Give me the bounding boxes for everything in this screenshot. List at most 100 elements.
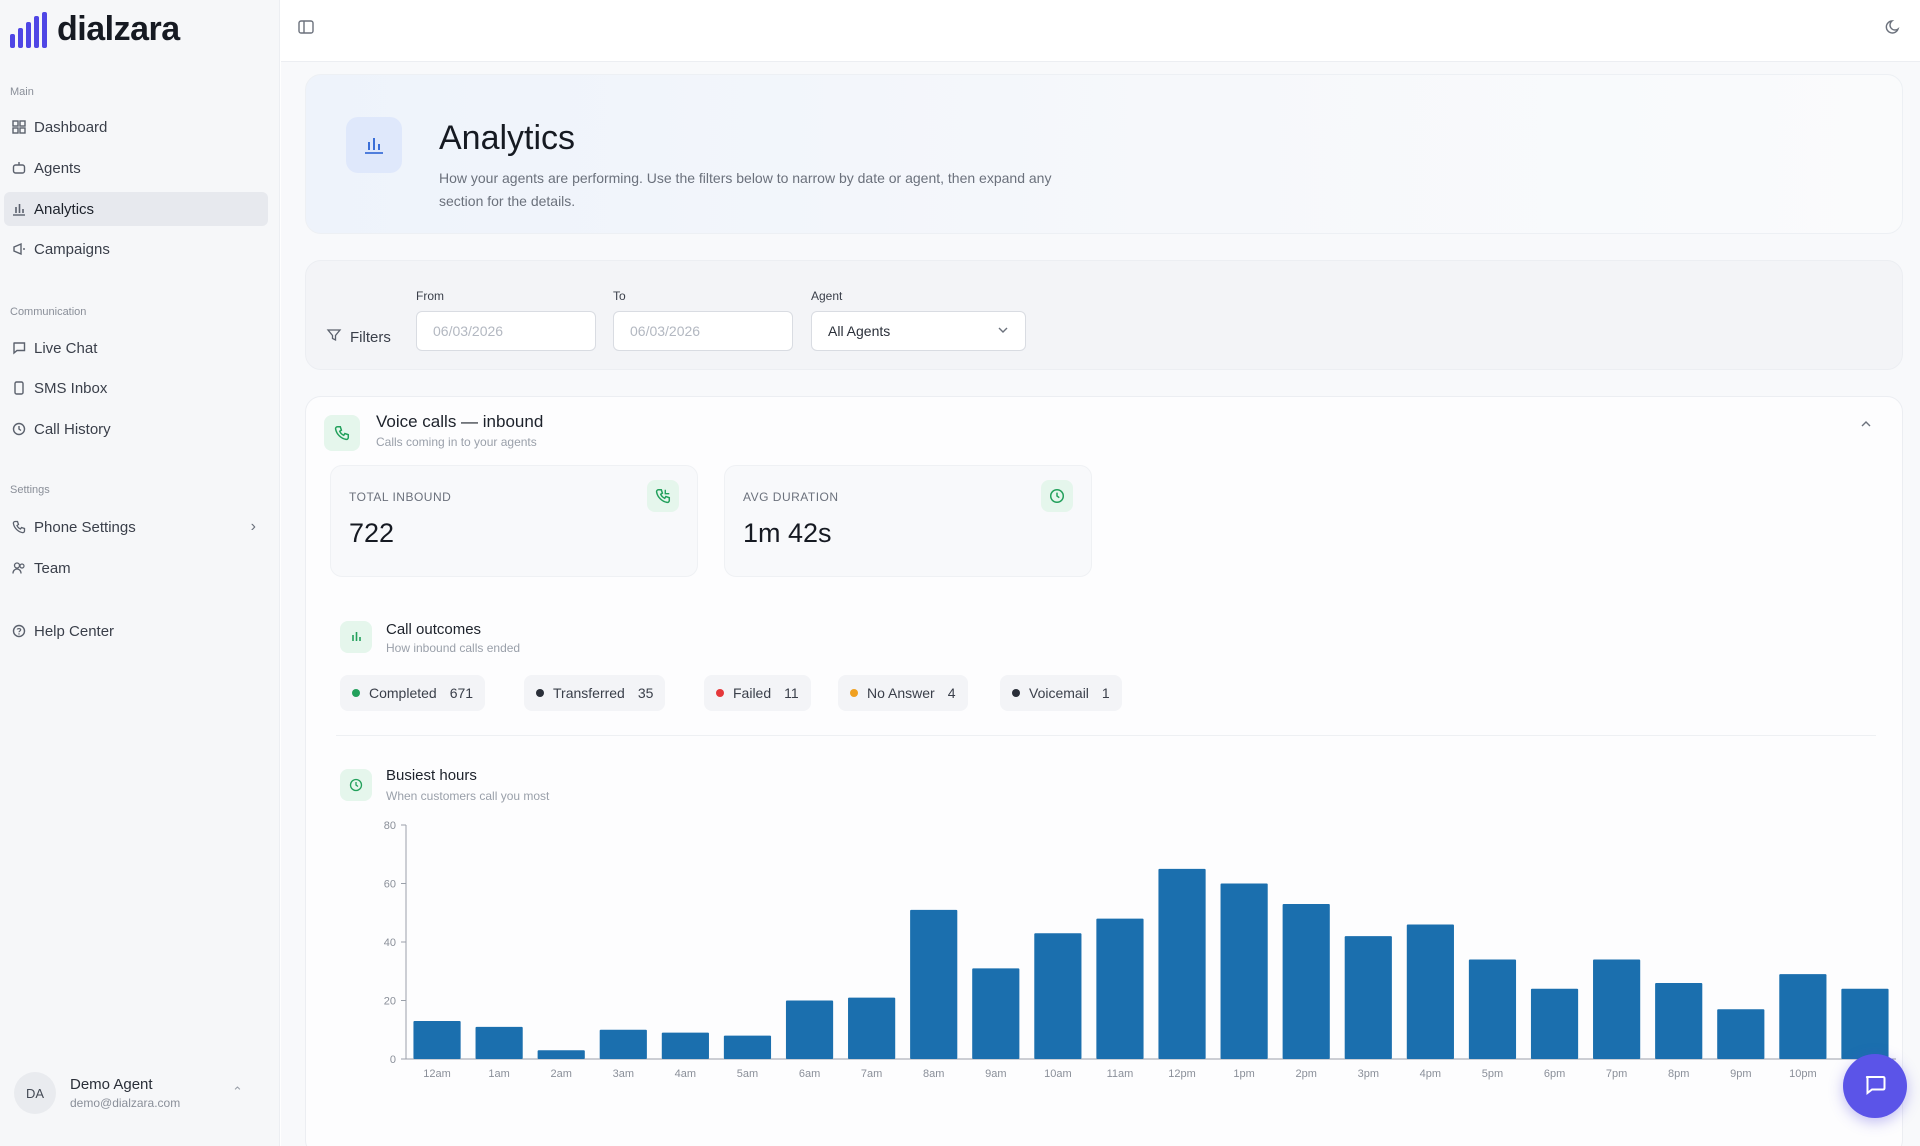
bar-chart-icon [340,621,372,653]
filters-panel: Filters From 06/03/2026 To 06/03/2026 Ag… [305,260,1903,370]
outcome-pill-no-answer: No Answer 4 [838,675,968,711]
sidebar-item-phone-settings[interactable]: Phone Settings › [4,510,268,544]
status-dot [716,689,724,697]
stat-total-inbound: TOTAL INBOUND 722 [330,465,698,577]
bar-10pm [1779,974,1827,1059]
status-dot [352,689,360,697]
clock-icon [1041,480,1073,512]
busiest-title: Busiest hours [386,767,477,784]
status-dot [536,689,544,697]
sidebar-item-analytics[interactable]: Analytics [4,192,268,226]
y-tick-label: 40 [384,937,396,949]
bar-12am [413,1020,461,1059]
x-tick-label: 2am [551,1068,572,1080]
brand[interactable]: dialzara [10,10,180,49]
x-tick-label: 1am [488,1068,509,1080]
sidebar-item-campaigns[interactable]: Campaigns [4,232,268,266]
x-tick-label: 9am [985,1068,1006,1080]
sidebar-item-live-chat[interactable]: Live Chat [4,331,268,365]
status-dot [1012,689,1020,697]
sidebar-item-help-center[interactable]: Help Center [4,614,268,648]
to-date-input[interactable]: 06/03/2026 [613,311,793,351]
x-tick-label: 8pm [1668,1068,1689,1080]
page-title: Analytics [439,119,576,157]
outcomes-subtitle: How inbound calls ended [386,641,521,655]
user-email: demo@dialzara.com [70,1096,181,1110]
to-label: To [613,289,626,303]
brand-name: dialzara [57,10,180,48]
section-subtitle: Calls coming in to your agents [376,435,537,449]
outcomes-title: Call outcomes [386,621,482,638]
section-label-main: Main [10,86,34,98]
page-header: Analytics How your agents are performing… [305,74,1903,234]
user-name: Demo Agent [70,1076,153,1093]
sidebar-item-team[interactable]: Team [4,551,268,585]
theme-toggle-icon[interactable] [1884,18,1904,38]
x-tick-label: 9pm [1730,1068,1751,1080]
from-date-input[interactable]: 06/03/2026 [416,311,596,351]
agent-label: Agent [811,289,843,303]
sidebar-item-label: Call History [34,420,111,438]
stat-avg-duration: AVG DURATION 1m 42s [724,465,1092,577]
section-label-settings: Settings [10,484,50,496]
voice-inbound-section: Voice calls — inbound Calls coming in to… [305,396,1903,1146]
x-tick-label: 2pm [1296,1068,1317,1080]
x-tick-label: 7am [861,1068,882,1080]
section-label-communication: Communication [10,306,87,318]
user-menu[interactable]: DA Demo Agent demo@dialzara.com ⌃ [14,1072,243,1114]
chat-icon [12,341,34,355]
history-icon [12,422,34,436]
bar-12pm [1158,868,1206,1059]
collapse-icon[interactable] [1860,417,1872,433]
stat-label: TOTAL INBOUND [349,490,452,504]
sidebar-item-label: Campaigns [34,240,110,258]
divider [336,735,1876,736]
section-title: Voice calls — inbound [376,412,544,431]
bar-8am [910,909,958,1059]
bar-2am [537,1050,585,1059]
x-tick-label: 4pm [1420,1068,1441,1080]
x-tick-label: 8am [923,1068,944,1080]
filters-label: Filters [326,327,391,347]
grid-icon [12,120,34,134]
chevron-up-icon: ⌃ [232,1084,243,1099]
sidebar-item-label: Live Chat [34,339,98,357]
chevron-down-icon [997,323,1009,339]
bar-11am [1096,918,1144,1059]
bar-1am [475,1026,523,1059]
bar-5pm [1468,959,1517,1059]
sidebar-item-dashboard[interactable]: Dashboard [4,110,268,144]
phone-incoming-icon [324,415,360,451]
sidebar-item-call-history[interactable]: Call History [4,412,268,446]
chat-icon [1862,1071,1888,1102]
avatar: DA [14,1072,56,1114]
outcome-pill-failed: Failed 11 [704,675,811,711]
outcome-pill-completed: Completed 671 [340,675,486,711]
sidebar-item-label: Analytics [34,200,95,218]
x-tick-label: 11am [1107,1068,1134,1080]
bar-chart-icon [12,202,34,216]
bar-2pm [1282,903,1330,1059]
chat-launcher-button[interactable] [1843,1054,1907,1118]
x-tick-label: 3pm [1358,1068,1379,1080]
logo-icon [10,11,47,48]
status-dot [850,689,858,697]
x-tick-label: 4am [675,1068,696,1080]
sidebar-toggle-icon[interactable] [297,18,317,38]
bar-11pm [1841,988,1889,1059]
bar-5am [723,1035,772,1059]
bar-1pm [1220,883,1268,1059]
bar-10am [1034,933,1082,1059]
y-tick-label: 0 [390,1054,396,1066]
agent-select[interactable]: All Agents [811,311,1026,351]
sidebar-item-label: Help Center [34,622,115,640]
x-tick-label: 5pm [1482,1068,1503,1080]
sidebar-item-sms-inbox[interactable]: SMS Inbox [4,371,268,405]
x-tick-label: 10pm [1789,1068,1817,1080]
x-tick-label: 12am [423,1068,451,1080]
agent-select-value: All Agents [828,323,891,339]
sidebar-item-agents[interactable]: Agents [4,151,268,185]
stat-label: AVG DURATION [743,490,839,504]
sidebar-item-label: Dashboard [34,118,108,136]
x-tick-label: 1pm [1233,1068,1254,1080]
